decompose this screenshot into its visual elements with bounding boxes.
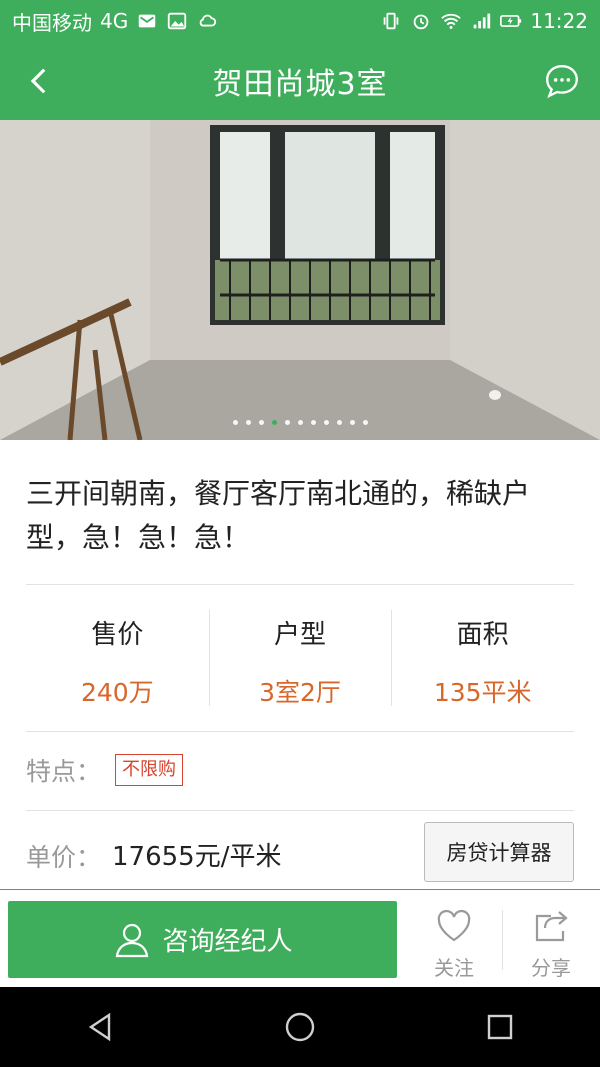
gallery-dot [245,420,251,425]
app-bar: 贺田尚城3室 [0,42,600,120]
share-icon [535,911,568,942]
carrier-name: 中国移动 [12,10,92,35]
person-icon [116,923,149,957]
triangle-back-icon [88,1012,111,1042]
stat-label: 面积 [456,620,509,650]
gallery-dot [284,420,290,425]
wifi-icon [440,10,462,32]
circle-home-icon [285,1012,315,1042]
chat-bubble-icon [546,65,578,99]
heart-icon [437,909,471,942]
status-right: 11:22 [380,9,588,33]
unit-price-label: 单价： [26,843,102,872]
stat-layout: 户型 3室2厅 [208,604,392,714]
status-left: 中国移动 4G [12,7,218,36]
nav-back-button[interactable] [70,997,130,1057]
network-type: 4G [100,9,129,33]
signal-4g-icon [470,10,492,32]
gallery-dot [258,420,264,425]
gallery-indicator [0,420,600,428]
favorite-button[interactable]: 关注 [414,906,494,980]
bottom-action-bar: 咨询经纪人 关注 分享 [0,889,600,988]
system-nav-bar [0,987,600,1067]
stat-value: 135平米 [433,678,532,707]
stat-value: 240万 [80,678,154,707]
chevron-left-icon [30,68,46,94]
gallery-dot [362,420,368,425]
gallery-dot [336,420,342,425]
divider [26,584,574,585]
square-recents-icon [487,1014,513,1040]
vibrate-icon [380,10,402,32]
favorite-label: 关注 [434,956,474,980]
nav-recents-button[interactable] [470,997,530,1057]
listing-photo[interactable] [0,120,600,440]
empty-room-photo [0,120,600,440]
battery-icon [500,10,522,32]
share-button[interactable]: 分享 [511,906,591,980]
unit-price-value: 17655元/平米 [112,842,282,872]
image-icon [166,10,188,32]
unit-price-row: 单价： 17655元/平米 房贷计算器 [26,822,574,884]
nav-home-button[interactable] [270,997,330,1057]
divider [26,810,574,811]
gallery-dot-active [271,420,277,425]
consult-agent-button[interactable]: 咨询经纪人 [8,901,397,978]
features-row: 特点： 不限购 [26,752,184,788]
action-separator [502,910,503,970]
stat-area: 面积 135平米 [391,604,574,714]
stats-row: 售价 240万 户型 3室2厅 面积 135平米 [26,604,574,714]
cloud-icon [196,10,218,32]
gallery-dot [232,420,238,425]
stat-value: 3室2厅 [259,678,341,707]
gallery-dot [297,420,303,425]
listing-headline: 三开间朝南，餐厅客厅南北通的，稀缺户型，急！急！急！ [26,477,531,554]
clock: 11:22 [530,9,588,33]
gallery-dot [310,420,316,425]
mail-icon [136,10,158,32]
status-bar: 中国移动 4G 11:22 [0,0,600,42]
alarm-icon [410,10,432,32]
feature-tag: 不限购 [115,754,184,786]
page-title: 贺田尚城3室 [212,67,388,102]
features-label: 特点： [26,757,102,786]
gallery-dot [323,420,329,425]
stat-label: 售价 [91,620,144,650]
stat-price: 售价 240万 [26,604,209,714]
chat-button[interactable] [542,61,582,101]
mortgage-calculator-button[interactable]: 房贷计算器 [424,822,574,882]
consult-agent-label: 咨询经纪人 [162,927,293,957]
share-label: 分享 [531,956,571,980]
back-button[interactable] [20,61,60,101]
stat-label: 户型 [274,620,327,650]
divider [26,731,574,732]
gallery-dot [349,420,355,425]
